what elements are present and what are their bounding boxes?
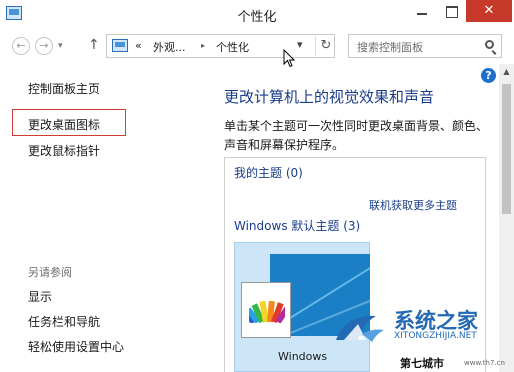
page-title: 更改计算机上的视觉效果和声音 (224, 88, 435, 106)
forward-button[interactable]: → (35, 37, 53, 55)
watermark-url: XITONGZHIJIA.NET (394, 331, 477, 341)
address-prefix[interactable]: « (135, 39, 142, 52)
back-button[interactable]: ← (12, 37, 30, 55)
close-button[interactable]: ✕ (466, 0, 512, 22)
maximize-icon[interactable] (437, 0, 465, 22)
up-button[interactable]: ↑ (88, 37, 100, 53)
breadcrumb-separator-icon[interactable]: ▸ (201, 41, 205, 50)
help-icon[interactable]: ? (481, 68, 496, 83)
sidebar-item-taskbar-navigation[interactable]: 任务栏和导航 (28, 313, 100, 330)
my-themes-heading: 我的主题 (0) (234, 166, 303, 180)
watermark-logo-icon (336, 315, 384, 342)
title-bar: 个性化 ✕ (0, 0, 514, 30)
scroll-thumb[interactable] (502, 84, 511, 214)
refresh-button[interactable]: ↻ (315, 36, 336, 56)
watermark-badge-url: www.th7.cn (464, 359, 505, 367)
see-also-heading: 另请参阅 (28, 266, 72, 279)
default-themes-heading: Windows 默认主题 (3) (234, 219, 361, 233)
sidebar-item-change-mouse-pointer[interactable]: 更改鼠标指针 (28, 142, 100, 159)
control-panel-icon (112, 39, 128, 52)
get-more-themes-online-link[interactable]: 联机获取更多主题 (369, 197, 457, 213)
sidebar-item-ease-of-access[interactable]: 轻松使用设置中心 (28, 338, 124, 355)
color-palette-icon (249, 300, 285, 323)
address-dropdown-icon[interactable]: ▾ (297, 38, 303, 51)
sidebar-item-change-desktop-icons[interactable]: 更改桌面图标 (28, 116, 100, 133)
sidebar-item-display[interactable]: 显示 (28, 288, 52, 305)
search-icon[interactable] (485, 40, 494, 49)
watermark-badge: 第七城市 www.th7.cn (396, 354, 514, 372)
page-description: 单击某个主题可一次性同时更改桌面背景、颜色、声音和屏幕保护程序。 (224, 119, 489, 152)
mouse-cursor-icon (283, 49, 295, 68)
navigation-bar: ← → ▾ ↑ « 外观... ▸ 个性化 ▾ ↻ 搜索控制面板 (0, 30, 514, 62)
address-bar[interactable]: « 外观... ▸ 个性化 ▾ ↻ (106, 34, 335, 58)
breadcrumb-item-appearance[interactable]: 外观... (153, 39, 186, 55)
search-input[interactable]: 搜索控制面板 (348, 34, 502, 58)
recent-locations-dropdown[interactable]: ▾ (58, 41, 63, 51)
theme-window-preview (241, 282, 291, 338)
breadcrumb-item-personalization[interactable]: 个性化 (216, 39, 249, 55)
theme-name: Windows (278, 350, 328, 363)
search-placeholder: 搜索控制面板 (357, 41, 423, 54)
watermark-badge-name: 第七城市 (396, 354, 448, 372)
watermark: 系统之家 XITONGZHIJIA.NET (328, 300, 514, 360)
minimize-icon[interactable] (408, 0, 436, 22)
sidebar-item-home[interactable]: 控制面板主页 (28, 80, 100, 97)
scroll-up-icon[interactable]: ▲ (499, 67, 514, 76)
